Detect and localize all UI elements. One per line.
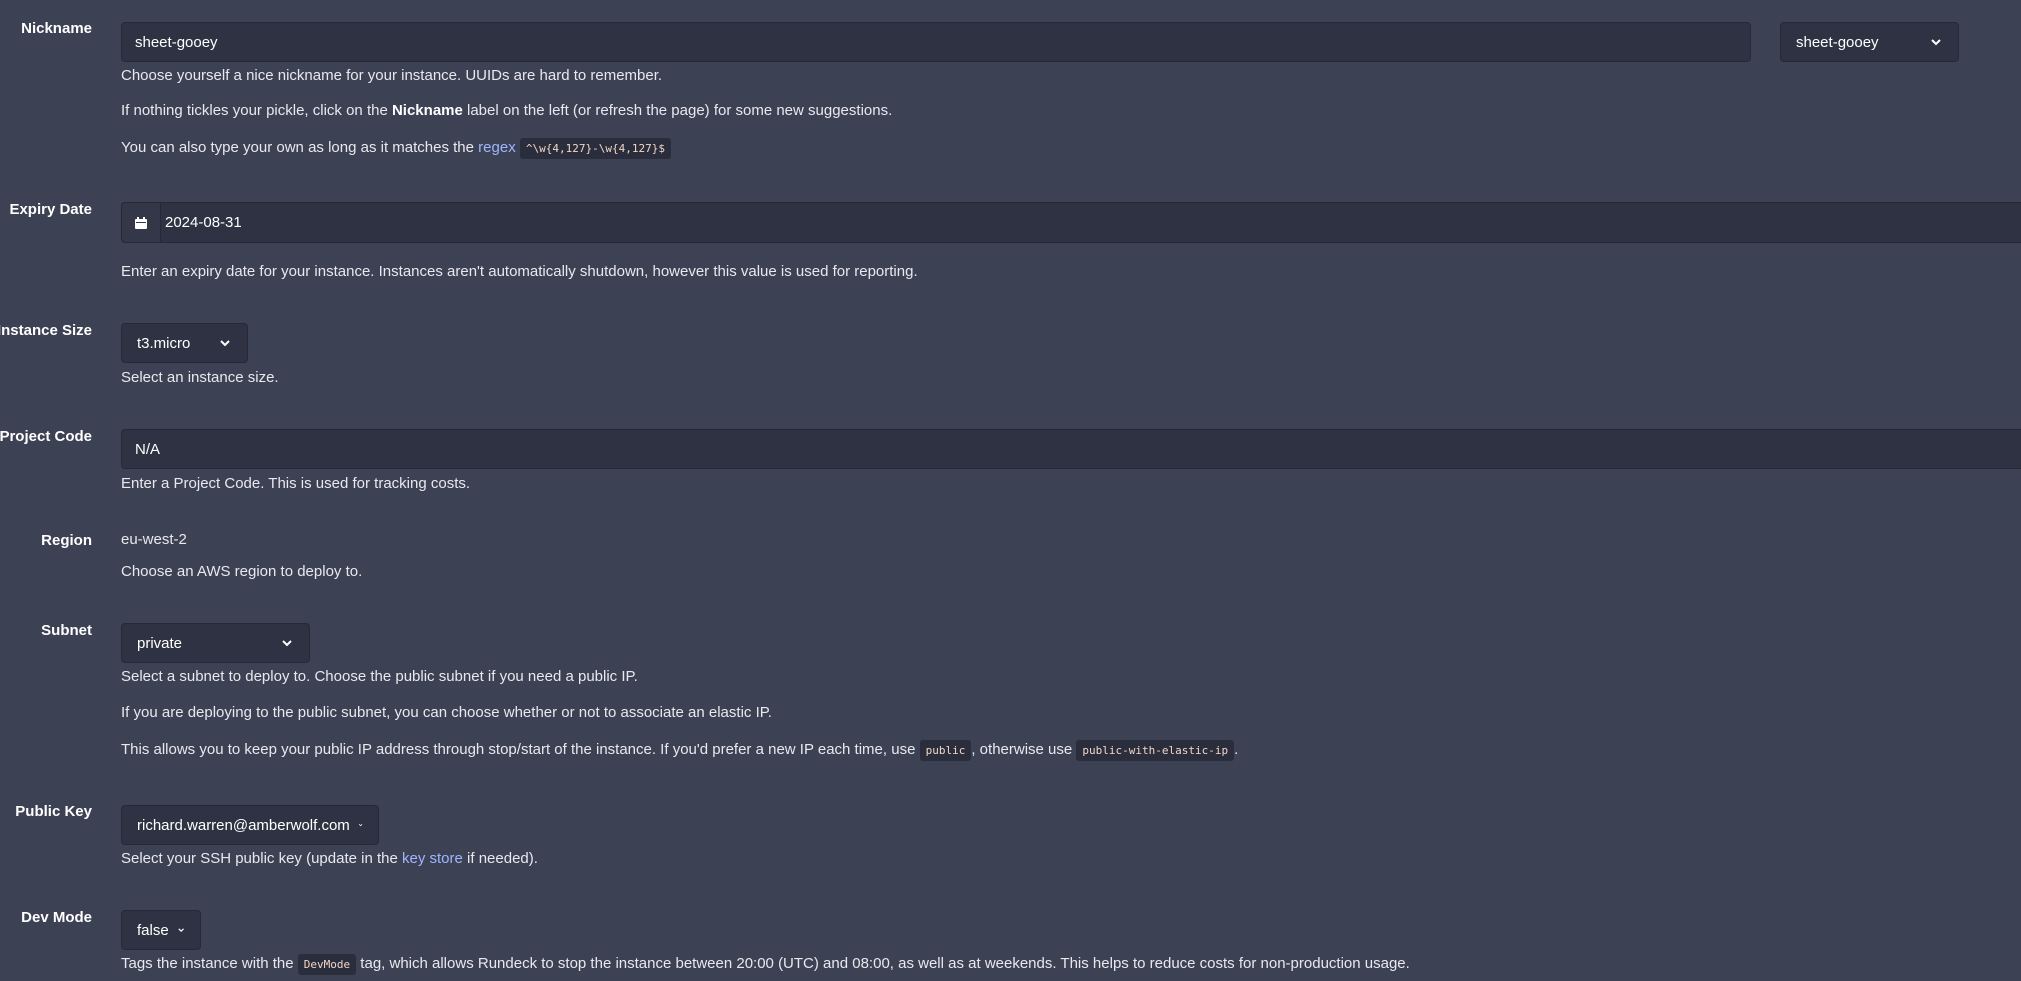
instance-size-select[interactable]: t3.micro <box>121 323 248 363</box>
nickname-label[interactable]: Nickname <box>21 20 92 37</box>
project-code-input[interactable]: N/A <box>121 429 2021 469</box>
dev-mode-help-prefix: Tags the instance with the <box>121 955 298 972</box>
nickname-help-2-suffix: label on the left (or refresh the page) … <box>462 102 893 119</box>
project-code-help: Enter a Project Code. This is used for t… <box>121 475 471 492</box>
subnet-help-1: Select a subnet to deploy to. Choose the… <box>121 668 638 685</box>
public-key-label: Public Key <box>15 803 92 820</box>
project-code-value: N/A <box>135 440 161 458</box>
chevron-down-icon <box>178 928 184 933</box>
nickname-suggestion-select[interactable]: sheet-gooey <box>1780 22 1959 62</box>
devmode-code: DevMode <box>297 954 357 975</box>
nickname-help-3-prefix: You can also type your own as long as it… <box>121 139 479 156</box>
calendar-icon <box>135 216 147 229</box>
chevron-down-icon <box>282 640 292 647</box>
expiry-date-input[interactable]: 2024-08-31 <box>121 202 2021 243</box>
dev-mode-value: false <box>137 921 169 939</box>
subnet-value: private <box>137 634 183 652</box>
calendar-button[interactable] <box>122 203 161 242</box>
nickname-help-2: If nothing tickles your pickle, click on… <box>121 102 892 119</box>
dev-mode-help: Tags the instance with the DevMode tag, … <box>121 954 1410 975</box>
chevron-down-icon <box>220 340 230 347</box>
instance-size-help: Select an instance size. <box>121 369 279 386</box>
regex-code: ^\w{4,127}-\w{4,127}$ <box>519 138 671 159</box>
dev-mode-help-suffix: tag, which allows Rundeck to stop the in… <box>356 955 1410 972</box>
public-key-select[interactable]: richard.warren@amberwolf.com <box>121 805 379 845</box>
nickname-help-2-bold: Nickname <box>391 102 463 119</box>
instance-size-label: Instance Size <box>0 322 92 339</box>
public-key-help: Select your SSH public key (update in th… <box>121 850 538 867</box>
subnet-help-2: If you are deploying to the public subne… <box>121 704 772 721</box>
public-key-value: richard.warren@amberwolf.com <box>137 816 350 834</box>
dev-mode-select[interactable]: false <box>121 910 201 950</box>
nickname-input[interactable]: sheet-gooey <box>121 22 1751 62</box>
project-code-label: Project Code <box>0 428 92 445</box>
key-store-link[interactable]: key store <box>402 850 463 867</box>
public-key-help-prefix: Select your SSH public key (update in th… <box>121 850 402 867</box>
public-code: public <box>919 740 972 761</box>
nickname-value: sheet-gooey <box>135 33 218 51</box>
expiry-date-label: Expiry Date <box>9 201 92 218</box>
region-value: eu-west-2 <box>121 531 187 548</box>
expiry-date-value: 2024-08-31 <box>165 214 242 231</box>
public-key-help-suffix: if needed). <box>462 850 538 867</box>
nickname-suggestion-value: sheet-gooey <box>1796 33 1879 51</box>
subnet-label: Subnet <box>41 622 92 639</box>
region-help: Choose an AWS region to deploy to. <box>121 563 363 580</box>
subnet-help-3-suffix: . <box>1234 741 1239 758</box>
subnet-help-3-prefix: This allows you to keep your public IP a… <box>121 741 920 758</box>
subnet-help-3-mid: , otherwise use <box>971 741 1077 758</box>
region-label: Region <box>41 532 92 549</box>
nickname-help-1: Choose yourself a nice nickname for your… <box>121 67 663 84</box>
instance-size-value: t3.micro <box>137 334 191 352</box>
expiry-date-help: Enter an expiry date for your instance. … <box>121 263 918 280</box>
public-with-elastic-ip-code: public-with-elastic-ip <box>1076 740 1235 761</box>
dev-mode-label: Dev Mode <box>21 909 92 926</box>
subnet-help-3: This allows you to keep your public IP a… <box>121 740 1239 761</box>
chevron-down-icon <box>358 823 363 827</box>
nickname-help-3: You can also type your own as long as it… <box>121 138 671 159</box>
chevron-down-icon <box>1931 39 1941 46</box>
subnet-select[interactable]: private <box>121 623 310 663</box>
regex-link[interactable]: regex <box>478 139 516 156</box>
nickname-help-2-prefix: If nothing tickles your pickle, click on… <box>121 102 392 119</box>
